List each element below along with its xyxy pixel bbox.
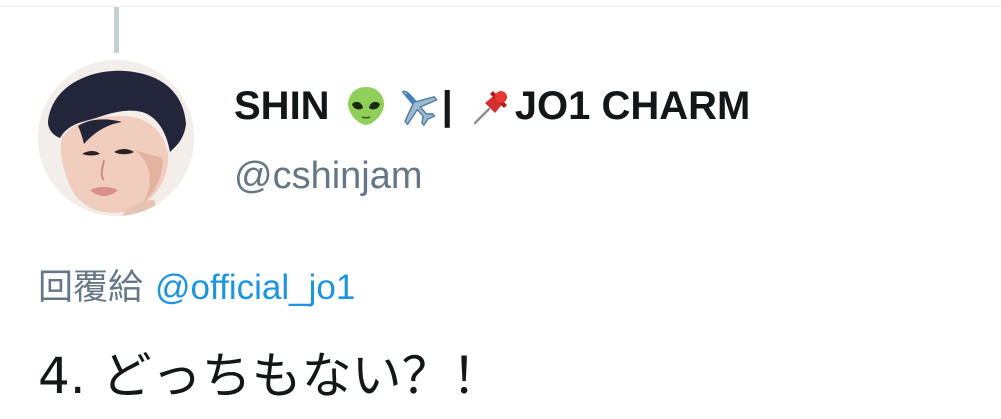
- reply-context: 回覆給 @official_jo1: [38, 259, 355, 310]
- reply-thread-line: [114, 7, 119, 53]
- alien-icon: [344, 84, 388, 128]
- reply-mention-link[interactable]: @official_jo1: [155, 268, 355, 307]
- airplane-icon: [394, 84, 440, 128]
- user-handle[interactable]: @cshinjam: [234, 155, 423, 198]
- display-name-prefix: SHIN: [234, 83, 330, 128]
- display-name-separator: |: [441, 83, 453, 128]
- pushpin-icon: [471, 85, 511, 127]
- reply-label: 回覆給: [38, 268, 144, 308]
- display-name[interactable]: SHIN | JO1 CHARM: [234, 78, 750, 134]
- display-name-suffix: JO1 CHARM: [514, 83, 751, 128]
- top-divider: [0, 6, 1001, 7]
- avatar[interactable]: [38, 60, 194, 216]
- tweet-text: 4. どっちもない？！: [38, 347, 502, 405]
